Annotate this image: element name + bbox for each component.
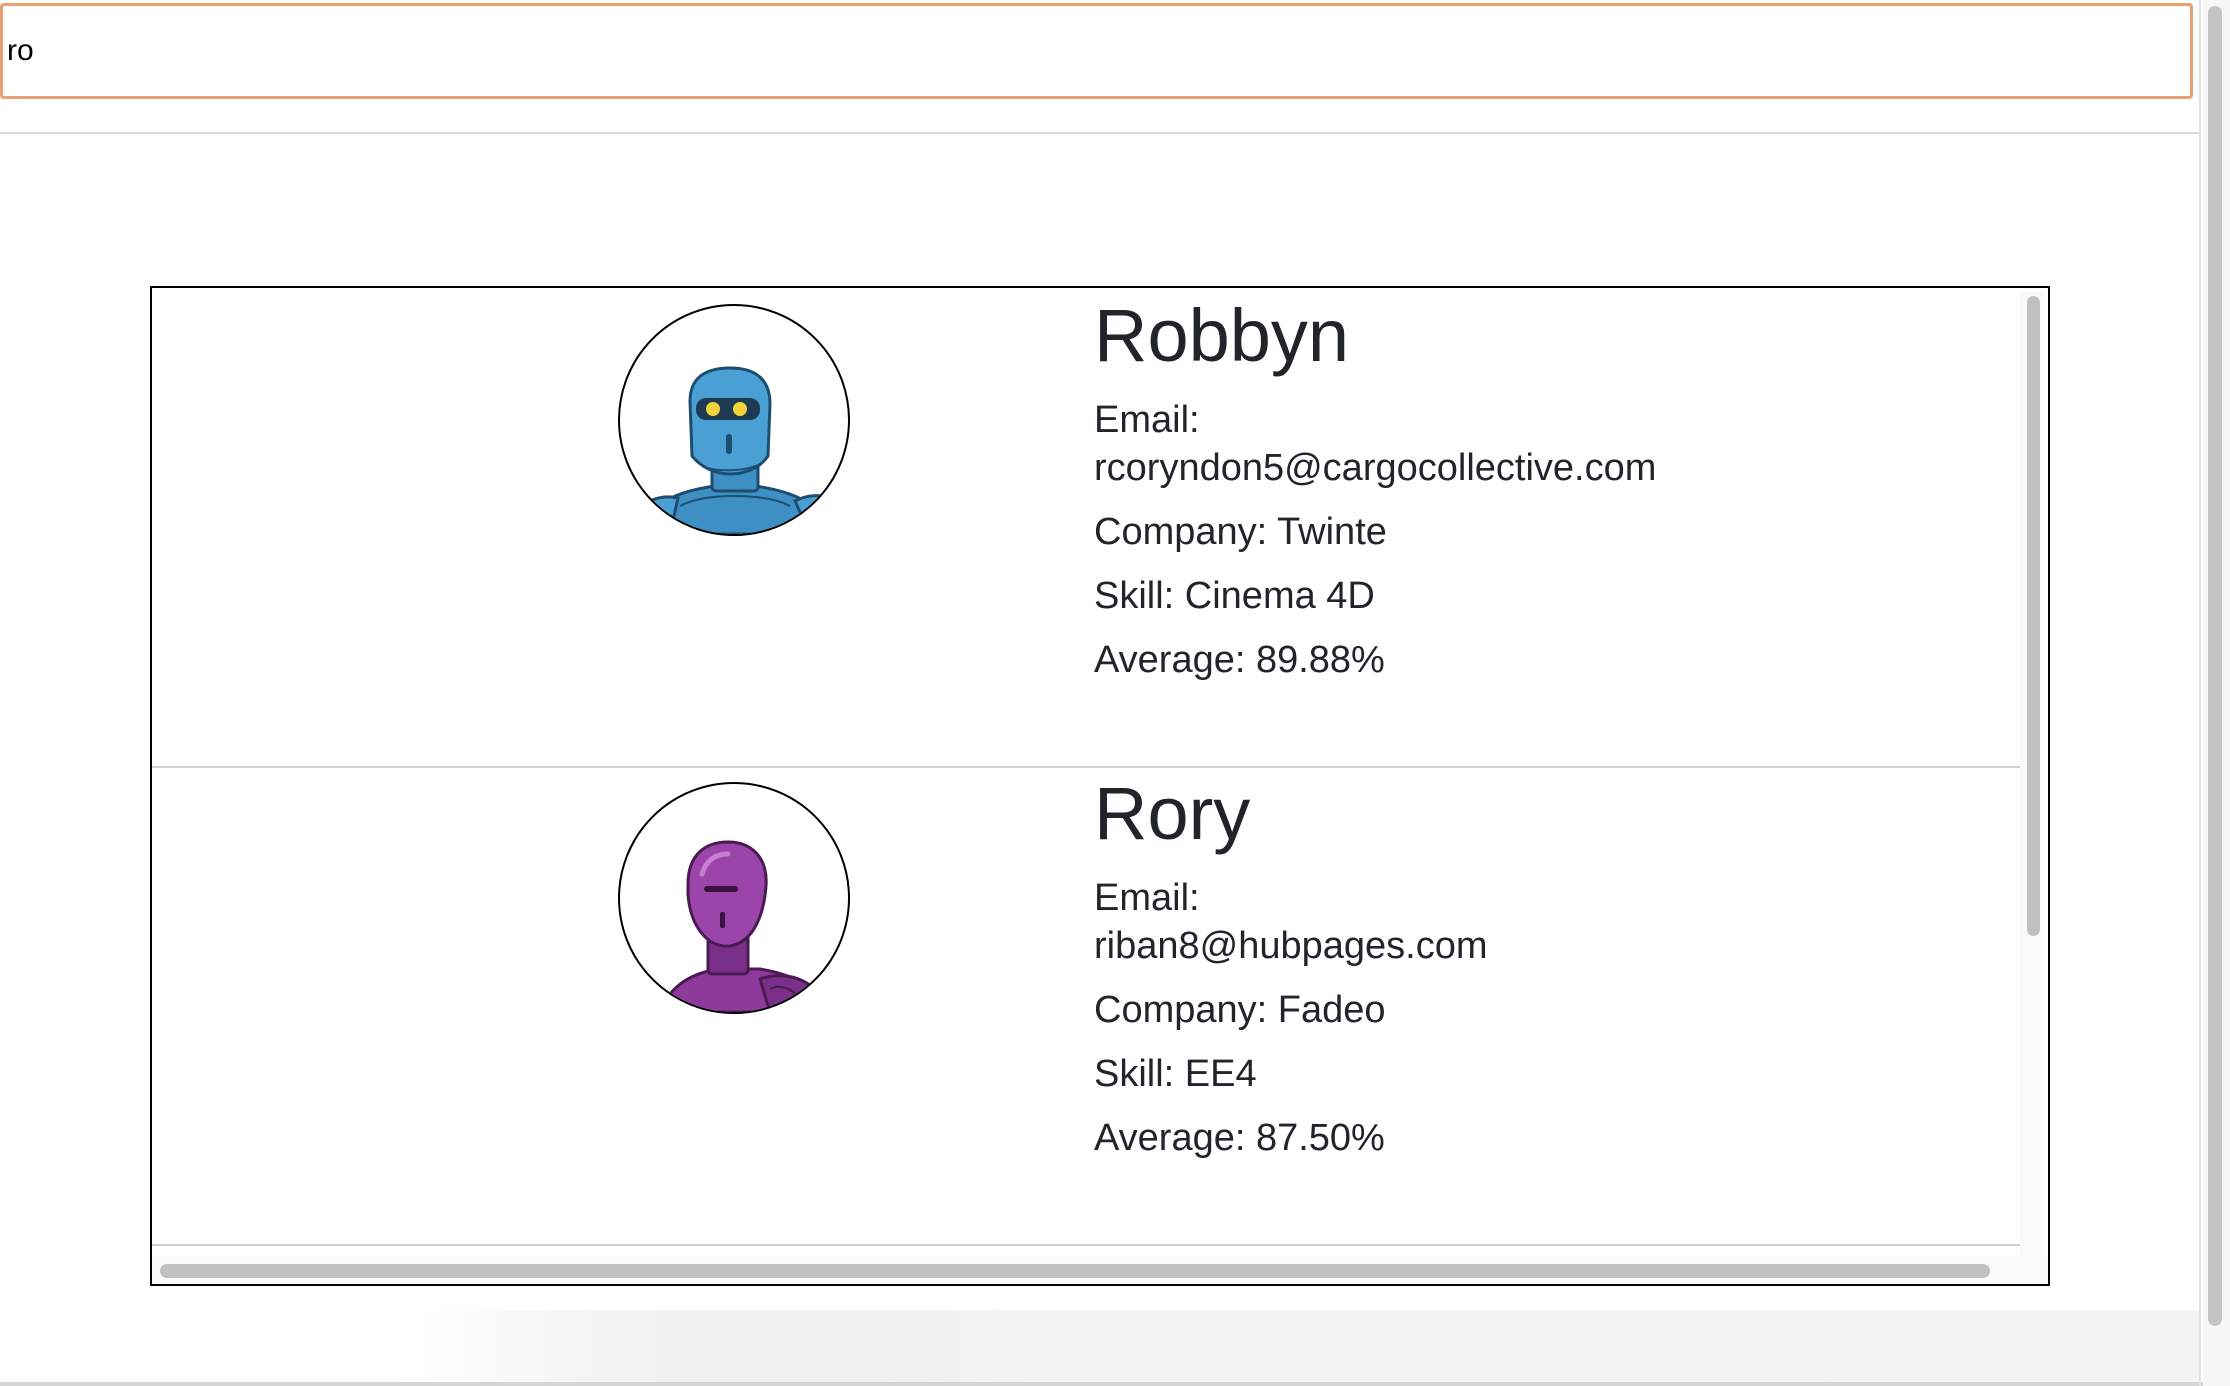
- student-skill: Skill: Cinema 4D: [1094, 575, 1375, 617]
- student-company: Company: Fadeo: [1094, 989, 1386, 1031]
- student-list[interactable]: Robbyn Email: rcoryndon5@cargocollective…: [150, 286, 2050, 1286]
- student-card: Robbyn Email: rcoryndon5@cargocollective…: [152, 288, 2020, 768]
- student-name: Rory: [1094, 772, 1251, 855]
- student-email: Email: riban8@hubpages.com: [1094, 874, 1794, 970]
- email-label: Email:: [1094, 877, 1200, 919]
- robot-avatar-icon: [618, 782, 850, 1014]
- header-divider: [0, 132, 2200, 134]
- bottom-edge: [0, 1382, 2230, 1386]
- student-list-viewport[interactable]: Robbyn Email: rcoryndon5@cargocollective…: [152, 288, 2020, 1256]
- list-vertical-scrollbar-thumb[interactable]: [2027, 296, 2040, 936]
- page-right-edge: [2199, 0, 2201, 1386]
- student-company: Company: Twinte: [1094, 511, 1387, 553]
- student-average: Average: 87.50%: [1094, 1117, 1385, 1159]
- bottom-shade: [0, 1310, 2200, 1386]
- student-card: Rory Email: riban8@hubpages.com Company:…: [152, 766, 2020, 1246]
- email-value: riban8@hubpages.com: [1094, 925, 1488, 967]
- page-scrollbar-thumb[interactable]: [2208, 6, 2222, 1326]
- search-input[interactable]: [0, 3, 2193, 99]
- next-card-peek: [152, 1244, 2020, 1256]
- list-horizontal-scrollbar-thumb[interactable]: [160, 1264, 1990, 1278]
- student-skill: Skill: EE4: [1094, 1053, 1257, 1095]
- robot-avatar-icon: [618, 304, 850, 536]
- student-name: Robbyn: [1094, 294, 1350, 377]
- email-value: rcoryndon5@cargocollective.com: [1094, 447, 1657, 489]
- student-average: Average: 89.88%: [1094, 639, 1385, 681]
- page: Robbyn Email: rcoryndon5@cargocollective…: [0, 0, 2230, 1386]
- student-email: Email: rcoryndon5@cargocollective.com: [1094, 396, 1794, 492]
- email-label: Email:: [1094, 399, 1200, 441]
